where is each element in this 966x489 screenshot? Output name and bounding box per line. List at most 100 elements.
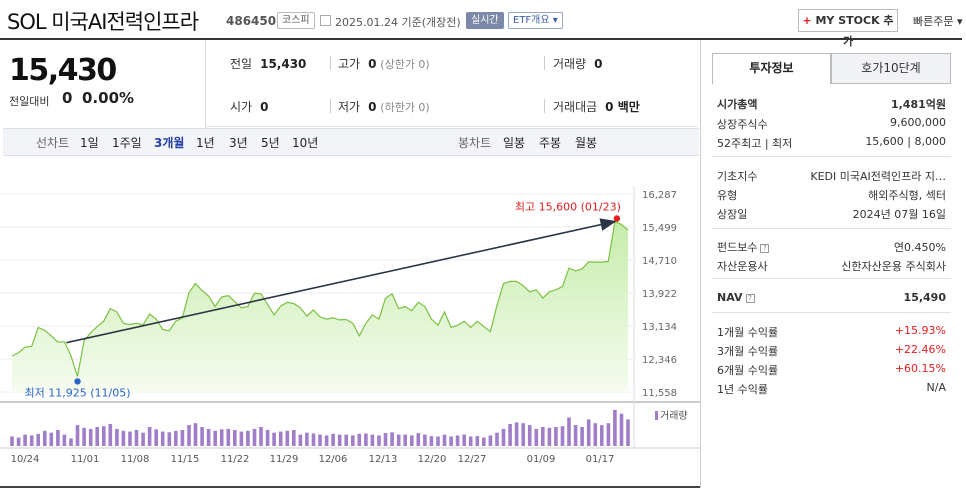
x-tick-label: 11/22: [221, 454, 250, 465]
volume-bar: [56, 430, 60, 446]
volume-bar: [62, 434, 67, 446]
y-tick-label: 14,710: [642, 256, 677, 267]
y-tick-label: 13,922: [642, 289, 677, 300]
info-value: 1,481억원: [890, 98, 946, 111]
prev-close: 전일 15,430: [230, 57, 307, 71]
period-5y[interactable]: 5년: [261, 134, 280, 151]
x-tick-label: 01/09: [527, 454, 556, 465]
info-label: 1개월 수익률: [717, 326, 779, 339]
volume-bar: [265, 430, 270, 446]
volume-bar: [370, 434, 375, 446]
volume-bar: [455, 435, 460, 446]
volume-bar: [580, 427, 584, 446]
period-10y[interactable]: 10년: [292, 134, 318, 151]
help-icon[interactable]: ?: [745, 293, 755, 303]
info-separator: [712, 228, 951, 229]
period-1y[interactable]: 1년: [196, 134, 215, 151]
chart-bottom-border: [0, 486, 700, 488]
summary-divider: [205, 126, 698, 127]
realtime-button[interactable]: 실시간: [466, 12, 504, 29]
volume-bar: [82, 427, 86, 446]
volume-bar: [193, 423, 198, 446]
stock-code: 486450: [226, 14, 277, 28]
volume-bar: [10, 436, 14, 446]
add-mystock-button[interactable]: + MY STOCK 추가: [798, 9, 898, 48]
period-1w[interactable]: 1주일: [112, 134, 142, 151]
volume-bar: [278, 431, 283, 446]
volume-bar: [29, 435, 34, 446]
volume-bar: [246, 430, 250, 446]
volume-bar: [292, 430, 296, 446]
min-label: 최저 11,925 (11/05): [25, 386, 131, 399]
volume-bar: [285, 430, 290, 446]
volume-bar: [462, 434, 466, 446]
volume-bar: [449, 436, 453, 446]
y-tick-label: 13,134: [642, 322, 677, 333]
etf-overview-dropdown[interactable]: ETF개요 ▾: [508, 12, 563, 29]
volume-bar: [239, 431, 244, 446]
volume-bar: [43, 430, 47, 446]
candle-daily[interactable]: 일봉: [503, 134, 525, 151]
volume-bar: [134, 430, 139, 446]
info-value: +60.15%: [894, 362, 946, 375]
x-tick-label: 12/27: [458, 454, 487, 465]
volume-bar: [390, 432, 394, 446]
high-price: 고가 0 (상한가 0): [338, 57, 430, 71]
volume-bar: [436, 436, 440, 446]
cell-separator: [330, 56, 331, 70]
candle-monthly[interactable]: 월봉: [575, 134, 597, 151]
min-point-marker: [74, 378, 81, 385]
info-separator: [712, 312, 951, 313]
tab-orderbook[interactable]: 호가10단계: [831, 53, 951, 84]
cell-separator: [544, 56, 545, 70]
volume-bar: [219, 429, 224, 446]
help-icon[interactable]: ?: [760, 243, 770, 253]
volume-bar: [206, 428, 211, 446]
line-chart-label: 선차트: [36, 136, 70, 150]
volume-bar: [311, 433, 316, 446]
volume-bar: [88, 428, 93, 446]
candle-weekly[interactable]: 주봉: [539, 134, 561, 151]
volume-legend: 거래량: [660, 410, 688, 422]
volume-bar: [475, 436, 480, 446]
volume-legend-swatch: [655, 411, 658, 420]
period-3y[interactable]: 3년: [229, 134, 248, 151]
x-tick-label: 11/01: [71, 454, 100, 465]
volume-bar: [305, 432, 309, 446]
volume-bar: [167, 432, 172, 446]
period-3m[interactable]: 3개월: [154, 134, 184, 151]
market-badge: 코스피: [277, 12, 315, 29]
x-axis-ticks: 10/24 11/01 11/08 11/15 11/22 11/29 12/06 12/13…: [11, 454, 615, 465]
tab-investment-info[interactable]: 투자정보: [712, 53, 831, 84]
open-price: 시가 0: [230, 100, 269, 114]
volume-bar: [180, 430, 185, 446]
volume-bar: [560, 426, 565, 446]
volume-bar: [36, 433, 40, 446]
info-value: N/A: [926, 381, 946, 394]
volume-bar: [108, 424, 113, 446]
volume-bar: [357, 433, 362, 446]
volume-bar: [468, 436, 473, 446]
volume-bar: [318, 434, 322, 446]
info-value: +22.46%: [894, 343, 946, 356]
volume-bar: [613, 409, 617, 446]
volume-bar: [606, 423, 611, 446]
reference-date: 2025.01.24 기준(개장전): [335, 16, 461, 29]
plus-icon: +: [802, 14, 812, 27]
quick-order-dropdown[interactable]: 빠른주문 ▾: [913, 13, 963, 29]
info-label: 52주최고 | 최저: [717, 137, 793, 150]
volume-bar: [200, 427, 204, 446]
info-value: 9,600,000: [890, 116, 946, 129]
info-value: KEDI 미국AI전력인프라 지…: [810, 170, 946, 183]
cell-separator: [544, 99, 545, 113]
price-chart: 최고 15,600 (01/23) 최저 11,925 (11/05) 16,2…: [0, 186, 700, 465]
x-tick-label: 12/20: [418, 454, 447, 465]
info-label: 6개월 수익률: [717, 364, 779, 377]
volume-bar: [128, 431, 132, 446]
trade-amount: 거래대금 0 백만: [553, 100, 640, 114]
info-separator: [712, 156, 951, 157]
volume-bar: [364, 433, 368, 446]
volume-bar: [534, 428, 539, 446]
volume-bar: [586, 419, 591, 446]
period-1d[interactable]: 1일: [80, 134, 99, 151]
